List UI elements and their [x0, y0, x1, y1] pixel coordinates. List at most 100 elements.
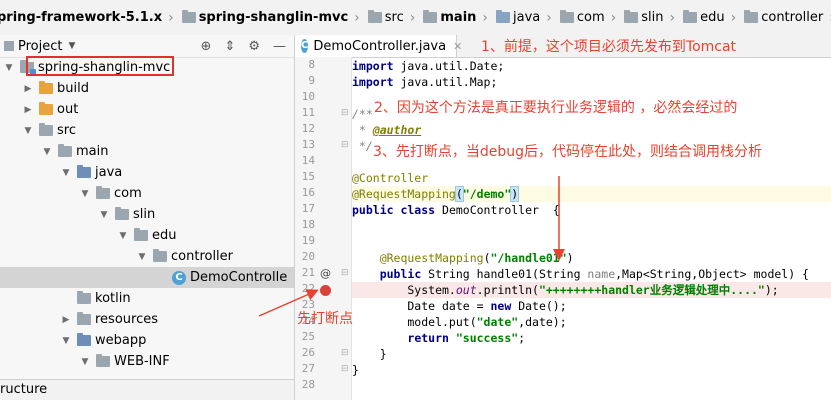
chevron-down-icon[interactable]: ▼ — [23, 126, 33, 136]
breadcrumb-label: src — [384, 10, 404, 25]
breadcrumb-item[interactable]: src — [366, 0, 408, 35]
locate-icon[interactable]: ⊕ — [201, 39, 212, 54]
breadcrumb-item[interactable]: controller — [742, 0, 827, 35]
project-title[interactable]: Project — [18, 39, 62, 54]
code-line[interactable]: @RequestMapping("/handle01") — [352, 250, 831, 266]
tree-item[interactable]: ▼ webapp — [0, 330, 294, 351]
tree-item[interactable]: ▼ src — [0, 120, 294, 141]
tree-item[interactable]: ▼ controller — [0, 246, 294, 267]
tree-item[interactable]: ▼ spring-shanglin-mvc — [0, 56, 294, 78]
tree-item[interactable]: ▼ edu — [0, 225, 294, 246]
code-line[interactable]: Date date = new Date(); — [352, 298, 831, 314]
line-number[interactable]: 18 — [295, 218, 315, 231]
line-number[interactable]: 11 — [295, 106, 315, 119]
folder-icon — [115, 207, 129, 220]
tree-item[interactable]: C DemoControlle — [0, 267, 294, 288]
tree-item[interactable]: ▼ slin — [0, 204, 294, 225]
line-number[interactable]: 8 — [295, 58, 315, 71]
line-number[interactable]: 21 — [295, 266, 315, 279]
tree-item-label: out — [57, 102, 79, 117]
code-line[interactable] — [352, 234, 831, 250]
breadcrumb-item[interactable]: main — [421, 0, 480, 35]
tab-label: DemoController.java — [313, 38, 447, 54]
line-number[interactable]: 14 — [295, 154, 315, 167]
annotation-note-2: 2、因为这个方法是真正要执行业务逻辑的 ，必然会经过的 — [374, 100, 738, 116]
code-line[interactable] — [352, 218, 831, 234]
line-number[interactable]: 15 — [295, 170, 315, 183]
line-number[interactable]: 19 — [295, 234, 315, 247]
chevron-down-icon[interactable]: ▼ — [61, 336, 71, 346]
line-number[interactable]: 27 — [295, 362, 315, 375]
line-number[interactable]: 9 — [295, 74, 315, 87]
gear-icon[interactable]: ⚙ — [248, 39, 260, 54]
chevron-down-icon[interactable]: ▼ — [99, 210, 109, 220]
code-line[interactable]: System.out.println("++++++++handler业务逻辑处… — [352, 282, 831, 298]
fold-icon[interactable]: ⊟ — [341, 268, 349, 278]
class-icon: C — [301, 39, 309, 53]
tree-item[interactable]: kotlin — [0, 288, 294, 309]
code-line[interactable]: public String handle01(String name,Map<S… — [352, 266, 831, 282]
line-number[interactable]: 20 — [295, 250, 315, 263]
breadcrumb-item[interactable]: java — [494, 0, 544, 35]
code-line[interactable]: import java.util.Map; — [352, 74, 831, 90]
code-line[interactable]: @Controller — [352, 170, 831, 186]
chevron-down-icon[interactable]: ▼ — [68, 41, 75, 51]
breadcrumb-item[interactable]: edu — [681, 0, 729, 35]
line-number[interactable]: 16 — [295, 186, 315, 199]
breadcrumb-item[interactable]: com — [558, 0, 609, 35]
code-line[interactable]: @RequestMapping("/demo") — [352, 186, 831, 202]
hide-icon[interactable]: — — [273, 39, 286, 54]
chevron-down-icon[interactable]: ▼ — [137, 252, 147, 262]
chevron-down-icon[interactable]: ▼ — [80, 357, 90, 367]
fold-icon[interactable]: ⊟ — [341, 140, 349, 150]
code-line[interactable]: } — [352, 362, 831, 378]
chevron-down-icon[interactable]: ▼ — [61, 168, 71, 178]
line-number[interactable]: 25 — [295, 330, 315, 343]
tree-item[interactable]: ▶ build — [0, 78, 294, 99]
breadcrumb-item[interactable]: slin — [622, 0, 667, 35]
fold-icon[interactable]: ⊟ — [341, 108, 349, 118]
fold-icon[interactable]: ⊟ — [341, 348, 349, 358]
folder-icon — [683, 10, 698, 23]
code-line[interactable] — [352, 378, 831, 394]
code-line[interactable]: } — [352, 346, 831, 362]
code-line[interactable]: return "success"; — [352, 330, 831, 346]
close-icon[interactable]: ✕ — [453, 40, 462, 53]
folder-icon — [423, 10, 438, 23]
tree-item[interactable]: ▼ main — [0, 141, 294, 162]
tree-item[interactable]: ▼ com — [0, 183, 294, 204]
chevron-down-icon[interactable]: ▼ — [4, 63, 14, 73]
tree-item-label: main — [76, 144, 109, 159]
collapse-all-icon[interactable]: ⇕ — [224, 39, 235, 54]
tree-item[interactable]: ▶ out — [0, 99, 294, 120]
line-number[interactable]: 22 — [295, 282, 315, 295]
chevron-right-icon[interactable]: ▶ — [23, 105, 33, 115]
chevron-down-icon[interactable]: ▼ — [42, 147, 52, 157]
code-line[interactable]: model.put("date",date); — [352, 314, 831, 330]
breadcrumb-item[interactable]: spring-shanglin-mvc — [180, 0, 352, 35]
fold-icon[interactable]: ⊟ — [341, 364, 349, 374]
breadcrumb-item[interactable]: pring-framework-5.1.x — [0, 0, 166, 35]
structure-tab[interactable]: ructure — [0, 379, 294, 400]
request-mapping-gutter-icon[interactable]: @ — [320, 267, 331, 280]
line-number[interactable]: 13 — [295, 138, 315, 151]
line-number[interactable]: 28 — [295, 378, 315, 391]
code-line[interactable]: import java.util.Date; — [352, 58, 831, 74]
folder-icon — [96, 186, 110, 199]
tree-item[interactable]: ▼ WEB-INF — [0, 351, 294, 372]
line-number[interactable]: 17 — [295, 202, 315, 215]
breakpoint-icon[interactable] — [320, 285, 331, 296]
tree-item[interactable]: ▼ java — [0, 162, 294, 183]
tree-item[interactable]: ▶ resources — [0, 309, 294, 330]
code-line[interactable]: public class DemoController { — [352, 202, 831, 218]
line-number[interactable]: 10 — [295, 90, 315, 103]
line-number[interactable]: 26 — [295, 346, 315, 359]
code-line[interactable]: * @author — [352, 122, 831, 138]
line-number[interactable]: 12 — [295, 122, 315, 135]
chevron-down-icon[interactable]: ▼ — [118, 231, 128, 241]
editor-gutter[interactable]: 8 9 10 11 12 13 14 15 16 17 18 19 20 21 22 23 24 25 26 27 28… — [295, 57, 352, 400]
tab-demo-controller[interactable]: C DemoController.java ✕ — [295, 35, 462, 57]
chevron-right-icon[interactable]: ▶ — [61, 315, 71, 325]
chevron-right-icon[interactable]: ▶ — [23, 84, 33, 94]
chevron-down-icon[interactable]: ▼ — [80, 189, 90, 199]
